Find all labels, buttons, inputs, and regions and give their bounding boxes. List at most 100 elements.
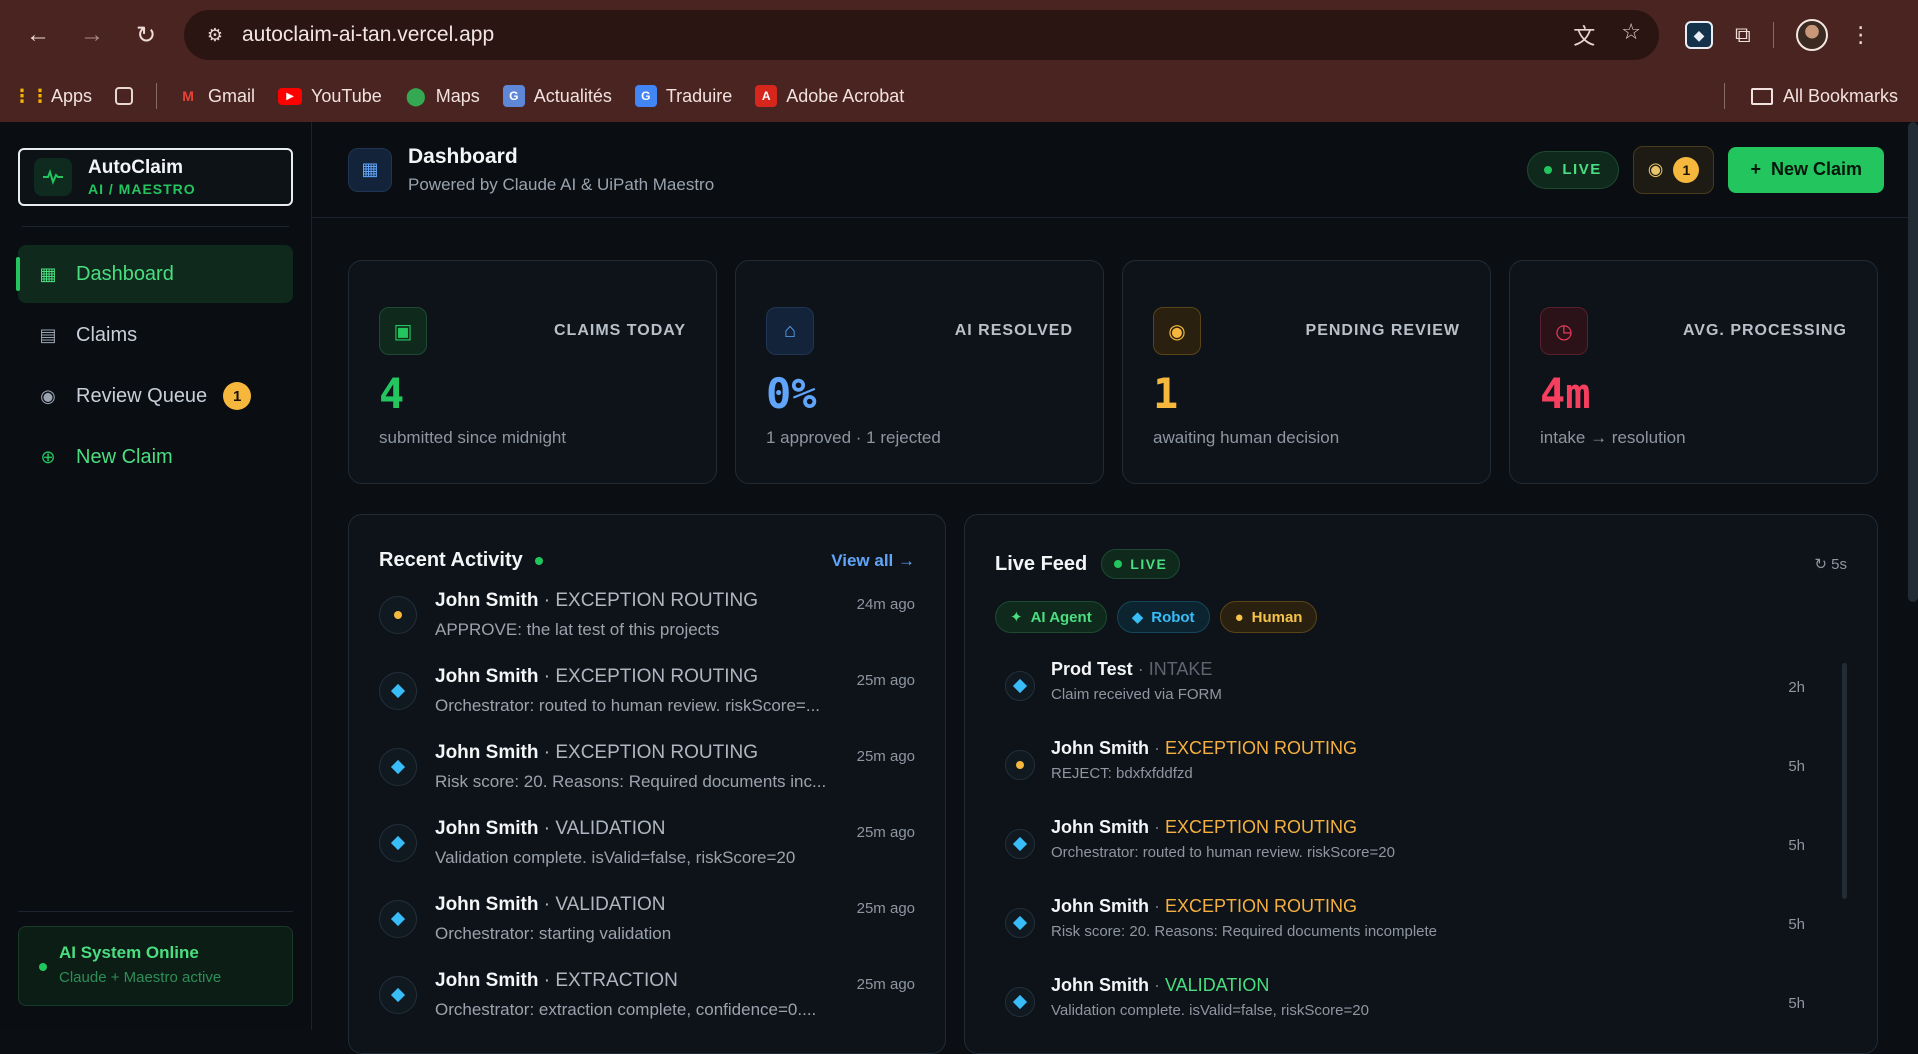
claimant-name: John Smith xyxy=(435,742,539,763)
activity-item[interactable]: John Smith · EXTRACTION Orchestrator: ext… xyxy=(379,970,915,1046)
profile-avatar[interactable] xyxy=(1795,19,1828,51)
feed-item[interactable]: John Smith · EXCEPTION ROUTING Orchestrat… xyxy=(995,817,1847,896)
forward-arrow-icon[interactable]: → xyxy=(72,15,112,55)
separator: · xyxy=(538,590,556,611)
bookmark-youtube[interactable]: ▶ YouTube xyxy=(278,86,382,107)
view-all-link[interactable]: View all → xyxy=(831,551,915,571)
stat-value: 1 xyxy=(1153,369,1179,418)
robot-diamond-icon xyxy=(1012,678,1028,694)
news-icon: G xyxy=(502,85,525,107)
feed-detail: Claim received via FORM xyxy=(1051,686,1222,703)
refresh-interval[interactable]: ↻ 5s xyxy=(1814,555,1847,573)
bookmark-grid[interactable] xyxy=(115,87,134,105)
url-text[interactable]: autoclaim-ai-tan.vercel.app xyxy=(242,23,1573,47)
activity-stage: EXCEPTION ROUTING xyxy=(555,666,759,687)
bookmark-translate[interactable]: G Traduire xyxy=(634,85,732,107)
extension-icon[interactable]: ◆ xyxy=(1685,21,1713,49)
activity-item[interactable]: John Smith · VALIDATION Validation comple… xyxy=(379,818,915,894)
feed-detail: Orchestrator: routed to human review. ri… xyxy=(1051,844,1395,861)
human-dot-icon xyxy=(394,611,402,619)
feed-item[interactable]: John Smith · EXCEPTION ROUTING Risk score… xyxy=(995,896,1847,975)
live-dot xyxy=(1114,560,1123,568)
brand-title: AutoClaim xyxy=(88,157,183,178)
activity-detail: Risk score: 20. Reasons: Required docume… xyxy=(435,772,827,791)
activity-item[interactable]: John Smith · EXCEPTION ROUTING APPROVE: t… xyxy=(379,590,915,666)
activity-stage: EXTRACTION xyxy=(555,970,678,991)
site-settings-icon[interactable]: ⚙ xyxy=(202,22,228,48)
all-bookmarks-link[interactable]: All Bookmarks xyxy=(1783,86,1898,107)
translate-icon: G xyxy=(634,85,657,107)
claimant-name: John Smith xyxy=(435,666,539,687)
new-claim-button[interactable]: + New Claim xyxy=(1728,146,1884,193)
feed-item[interactable]: John Smith · VALIDATION Validation comple… xyxy=(995,975,1847,1054)
extensions-puzzle-icon[interactable]: ⧉ xyxy=(1735,22,1751,48)
activity-stage: VALIDATION xyxy=(555,894,666,915)
bookmark-divider xyxy=(1723,83,1725,109)
sidebar-item-review-queue[interactable]: ◉ Review Queue 1 xyxy=(18,367,293,425)
sidebar-divider xyxy=(18,911,293,912)
browser-chrome: ← → ↻ ⚙ autoclaim-ai-tan.vercel.app 文 ☆ … xyxy=(0,0,1918,122)
feed-type-icon xyxy=(1005,829,1035,859)
feed-scrollbar[interactable] xyxy=(1842,663,1847,899)
sidebar-item-claims[interactable]: ▤ Claims xyxy=(18,306,293,364)
stat-label: AVG. PROCESSING xyxy=(1682,322,1847,339)
separator: · xyxy=(1149,817,1165,837)
activity-type-icon xyxy=(379,824,417,862)
human-dot-icon xyxy=(1016,761,1024,769)
activity-detail: Orchestrator: routed to human review. ri… xyxy=(435,696,821,715)
page-scrollbar[interactable] xyxy=(1908,122,1918,602)
clock-icon: ◷ xyxy=(1540,307,1588,355)
back-arrow-icon[interactable]: ← xyxy=(18,15,58,55)
brand-subtitle: AI / MAESTRO xyxy=(88,181,196,197)
bookmark-news[interactable]: G Actualités xyxy=(502,85,612,107)
sidebar-item-dashboard[interactable]: ▦ Dashboard xyxy=(16,245,293,303)
youtube-icon: ▶ xyxy=(278,87,303,105)
robot-diamond-icon xyxy=(390,759,406,775)
reload-icon[interactable]: ↻ xyxy=(126,15,166,55)
feed-detail: Validation complete. isValid=false, risk… xyxy=(1051,1002,1369,1019)
stat-subtext: intake → resolution xyxy=(1540,428,1686,447)
feed-type-icon xyxy=(1005,908,1035,938)
translate-page-icon[interactable]: 文 xyxy=(1573,19,1595,51)
feed-item[interactable]: Prod Test · INTAKE Claim received via FOR… xyxy=(995,659,1847,738)
feed-time: 5h xyxy=(1788,916,1805,933)
sidebar-item-new-claim[interactable]: ⊕ New Claim xyxy=(18,428,293,486)
activity-list: John Smith · EXCEPTION ROUTING APPROVE: t… xyxy=(379,590,915,1046)
activity-item[interactable]: John Smith · EXCEPTION ROUTING Orchestrat… xyxy=(379,666,915,742)
filter-human[interactable]: ● Human xyxy=(1219,601,1318,633)
brand-logo[interactable]: AutoClaim AI / MAESTRO xyxy=(18,148,293,206)
activity-time: 25m ago xyxy=(856,824,915,841)
bookmark-acrobat[interactable]: A Adobe Acrobat xyxy=(755,85,904,107)
claimant-name: John Smith xyxy=(1051,975,1149,995)
separator: · xyxy=(1149,975,1165,995)
folder-icon xyxy=(1750,87,1773,105)
filter-robot[interactable]: ◆ Robot xyxy=(1116,601,1210,633)
claimant-name: John Smith xyxy=(435,970,539,991)
filter-ai-agent[interactable]: ✦ AI Agent xyxy=(995,601,1107,633)
bookmark-apps[interactable]: ⋮⋮ Apps xyxy=(13,85,92,107)
bookmark-gmail[interactable]: M Gmail xyxy=(177,85,255,107)
activity-heading: John Smith · EXTRACTION xyxy=(435,970,847,992)
bookmark-maps[interactable]: ⬤ Maps xyxy=(405,85,480,107)
menu-kebab-icon[interactable]: ⋮ xyxy=(1850,22,1872,48)
address-bar[interactable]: ⚙ autoclaim-ai-tan.vercel.app 文 ☆ xyxy=(184,10,1659,60)
bookmark-star-icon[interactable]: ☆ xyxy=(1621,19,1641,51)
page-title: Dashboard xyxy=(408,144,518,168)
pulse-icon xyxy=(34,158,72,196)
sidebar: AutoClaim AI / MAESTRO ▦ Dashboard ▤ Cla… xyxy=(0,122,312,1030)
feed-filters: ✦ AI Agent ◆ Robot ● Human xyxy=(995,601,1847,633)
separator: · xyxy=(1132,659,1149,679)
activity-time: 25m ago xyxy=(856,748,915,765)
stat-value: 4m xyxy=(1540,369,1591,418)
feed-type-icon xyxy=(1005,987,1035,1017)
activity-item[interactable]: John Smith · EXCEPTION ROUTING Risk score… xyxy=(379,742,915,818)
activity-type-icon xyxy=(379,976,417,1014)
review-queue-button[interactable]: ◉ 1 xyxy=(1632,145,1715,194)
activity-time: 25m ago xyxy=(856,976,915,993)
activity-item[interactable]: John Smith · VALIDATION Orchestrator: sta… xyxy=(379,894,915,970)
feed-detail: REJECT: bdxfxfddfzd xyxy=(1051,765,1193,782)
feed-item[interactable]: John Smith · EXCEPTION ROUTING REJECT: bd… xyxy=(995,738,1847,817)
feed-heading: John Smith · EXCEPTION ROUTING xyxy=(1051,896,1788,917)
stat-label: PENDING REVIEW xyxy=(1305,322,1460,339)
stat-subtext: 1 approved · 1 rejected xyxy=(766,428,941,447)
